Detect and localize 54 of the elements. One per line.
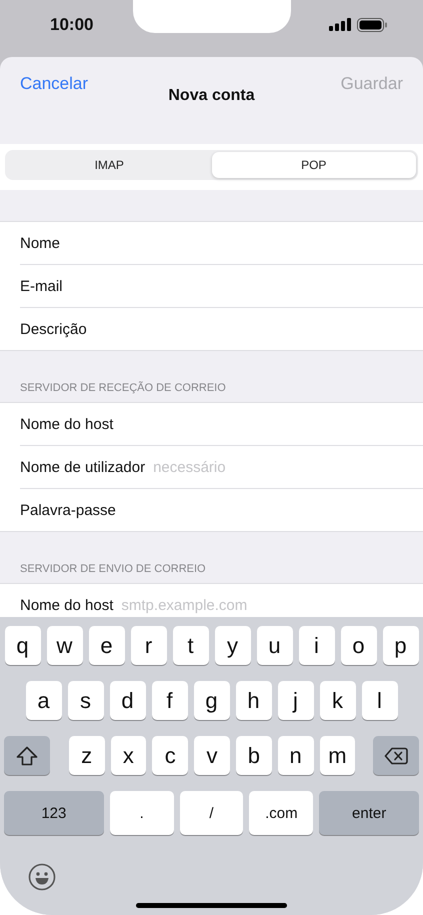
field-label: Descrição bbox=[20, 320, 87, 338]
function-key[interactable]: enter bbox=[319, 791, 420, 835]
keyboard-key[interactable]: s bbox=[68, 681, 104, 720]
keyboard-key[interactable]: l bbox=[362, 681, 398, 720]
keyboard-key[interactable]: h bbox=[236, 681, 272, 720]
shift-icon bbox=[16, 746, 38, 766]
cancel-button[interactable]: Cancelar bbox=[20, 74, 88, 94]
shift-key[interactable] bbox=[4, 736, 50, 775]
keyboard-key[interactable]: u bbox=[256, 626, 292, 665]
battery-icon bbox=[357, 18, 387, 32]
keyboard-key[interactable]: .com bbox=[249, 791, 314, 835]
keyboard-key[interactable]: k bbox=[320, 681, 356, 720]
keyboard-key[interactable]: b bbox=[236, 736, 272, 775]
signal-icon bbox=[329, 18, 351, 31]
keyboard-key[interactable]: j bbox=[278, 681, 314, 720]
field-label: Nome de utilizador bbox=[20, 458, 146, 476]
keyboard-key[interactable]: t bbox=[172, 626, 208, 665]
keyboard-key[interactable]: g bbox=[194, 681, 230, 720]
section-header: SERVIDOR DE ENVIO DE CORREIO bbox=[20, 563, 206, 575]
keyboard-key[interactable]: o bbox=[340, 626, 376, 665]
section-header: SERVIDOR DE RECEÇÃO DE CORREIO bbox=[20, 382, 226, 394]
field-label: Nome do host bbox=[20, 596, 114, 614]
emoji-icon[interactable] bbox=[28, 863, 56, 891]
keyboard-key[interactable]: m bbox=[320, 736, 356, 775]
keyboard-key[interactable]: z bbox=[68, 736, 105, 775]
field-label: Nome do host bbox=[20, 416, 114, 432]
field-label: Palavra-passe bbox=[20, 502, 116, 518]
backspace-key[interactable] bbox=[373, 736, 420, 775]
keyboard-key[interactable]: y bbox=[214, 626, 250, 665]
backspace-icon bbox=[384, 746, 408, 764]
segment-tab[interactable]: POP bbox=[212, 152, 416, 178]
keyboard-key[interactable]: d bbox=[110, 681, 146, 720]
keyboard-key[interactable]: v bbox=[194, 736, 230, 775]
keyboard-key[interactable]: w bbox=[46, 626, 82, 665]
field-label: E-mail bbox=[20, 278, 63, 294]
keyboard-key[interactable]: e bbox=[88, 626, 124, 665]
keyboard-key[interactable]: f bbox=[152, 681, 188, 720]
field-label: Nome bbox=[20, 234, 60, 252]
segment-tab[interactable]: IMAP bbox=[7, 152, 212, 178]
keyboard-key[interactable]: r bbox=[130, 626, 166, 665]
keyboard-key[interactable]: n bbox=[278, 736, 314, 775]
keyboard-key[interactable]: a bbox=[26, 681, 62, 720]
keyboard-key[interactable]: p bbox=[382, 626, 418, 665]
keyboard-key[interactable]: . bbox=[110, 791, 174, 835]
keyboard-key[interactable]: q bbox=[4, 626, 40, 665]
function-key[interactable]: 123 bbox=[4, 791, 104, 835]
keyboard-key[interactable]: i bbox=[298, 626, 334, 665]
keyboard-key[interactable]: x bbox=[110, 736, 146, 775]
input-field[interactable]: smtp.example.com bbox=[121, 596, 423, 614]
keyboard-key[interactable]: c bbox=[152, 736, 188, 775]
status-time: 10:00 bbox=[50, 14, 94, 34]
sheet-title: Nova conta bbox=[168, 87, 255, 105]
keyboard-key[interactable]: / bbox=[180, 791, 244, 835]
input-field[interactable]: necessário bbox=[153, 458, 423, 476]
